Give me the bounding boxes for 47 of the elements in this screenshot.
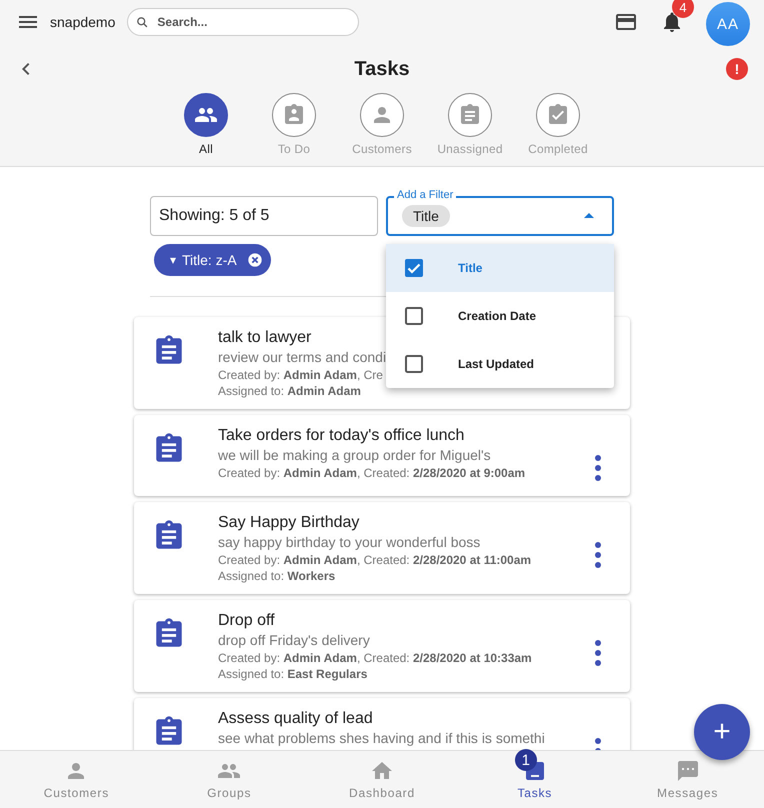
task-title: Drop off	[218, 611, 276, 631]
tab-icon	[458, 103, 482, 127]
task-card[interactable]: Say Happy Birthday say happy birthday to your wonderful boss Created by: Admin Adam, Created: 2/28/2020 at 11:00am Assigned to: Workers	[134, 502, 630, 594]
task-description: see what problems shes having and if this is somethi	[218, 729, 545, 748]
task-meta: Assigned to: East Regulars	[218, 666, 368, 682]
count-badge: 1	[514, 749, 537, 771]
task-meta: Created by: Admin Adam, Created: 2/28/2020 at 9:00am	[218, 465, 526, 481]
task-description: drop off Friday's delivery	[218, 631, 370, 650]
app-name: snapdemo	[50, 14, 116, 30]
alert-badge: !	[726, 58, 748, 80]
task-meta: Created by: Admin Adam, Created: 2/28/2020 at 11:00am	[218, 552, 532, 568]
checkbox[interactable]	[402, 256, 426, 280]
sort-chip[interactable]: ▾ Title: z-A	[154, 244, 271, 276]
filter-chip: Title	[402, 205, 450, 227]
task-title: Take orders for today's office lunch	[218, 426, 466, 446]
filter-tab[interactable]: All	[162, 93, 250, 156]
showing-field[interactable]: Showing: 5 of 5	[150, 196, 378, 236]
filter-option[interactable]: Last Updated	[386, 340, 614, 388]
tab-icon	[282, 103, 306, 127]
checkbox[interactable]	[402, 304, 426, 328]
task-meta: Created by: Admin Adam, Created: 2/28/2020 at 10:33am	[218, 650, 532, 666]
tab-icon	[546, 103, 570, 127]
more-icon[interactable]	[595, 455, 601, 481]
page-title: Tasks	[353, 58, 411, 80]
task-card[interactable]: Assess quality of lead see what problems shes having and if this is somethi	[134, 698, 630, 751]
task-title: talk to lawyer	[218, 328, 312, 348]
checkbox[interactable]	[402, 352, 426, 376]
more-icon[interactable]	[595, 640, 601, 666]
caret-icon[interactable]	[584, 213, 594, 219]
notification-badge: 4	[672, 0, 694, 18]
nav-item[interactable]: 1 Tasks	[458, 751, 612, 808]
task-meta: Created by: Admin Adam, Cre	[218, 367, 383, 383]
filter-option[interactable]: Title	[386, 244, 614, 292]
close-icon[interactable]	[246, 252, 263, 268]
task-title: Assess quality of lead	[218, 709, 374, 729]
task-meta: Assigned to: Workers	[218, 568, 336, 584]
nav-icon	[676, 759, 700, 783]
task-title: Say Happy Birthday	[218, 513, 360, 533]
task-meta: Assigned to: Admin Adam	[218, 383, 361, 399]
task-card[interactable]: Drop off drop off Friday's delivery Created by: Admin Adam, Created: 2/28/2020 at 10:33am Assigned to: East Regulars	[134, 600, 630, 692]
task-card[interactable]: Take orders for today's office lunch we will be making a group order for Miguel's Created by: Admin Adam, Created: 2/28/2020 at 9:00am	[134, 415, 630, 496]
task-description: review our terms and condi	[218, 348, 386, 367]
add-button[interactable]: +	[694, 704, 750, 760]
task-description: we will be making a group order for Miguel's	[218, 446, 491, 465]
task-description: say happy birthday to your wonderful boss	[218, 533, 480, 552]
search-field[interactable]: Search...	[127, 8, 360, 36]
more-icon[interactable]	[595, 542, 601, 568]
